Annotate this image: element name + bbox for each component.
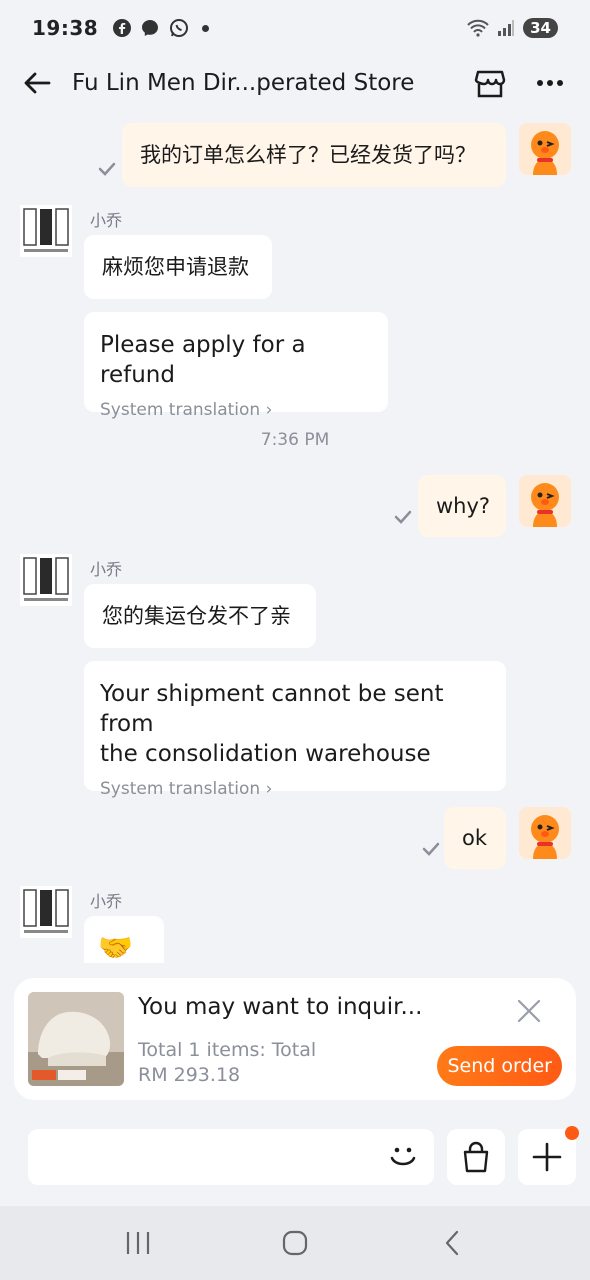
my-message-bubble[interactable]: ok xyxy=(444,807,506,869)
wifi-icon xyxy=(467,19,489,37)
store-button[interactable] xyxy=(470,63,510,103)
shop-message-bubble[interactable]: 麻烦您申请退款 xyxy=(84,235,272,299)
signal-icon xyxy=(498,20,515,36)
system-icons: 34 xyxy=(467,18,558,38)
recents-icon xyxy=(127,1232,150,1254)
handshake-emoji: 🤝 xyxy=(98,931,133,963)
sender-name: 小乔 xyxy=(90,892,123,911)
shopping-bag-button[interactable] xyxy=(447,1129,505,1185)
message-input[interactable] xyxy=(28,1129,434,1185)
status-time: 19:38 xyxy=(32,16,99,40)
order-summary: Total 1 items: Total RM 293.18 xyxy=(138,1038,316,1088)
back-nav-icon xyxy=(445,1230,458,1256)
home-button[interactable] xyxy=(271,1219,319,1267)
shop-message-bubble[interactable]: 您的集运仓发不了亲 xyxy=(84,584,316,648)
messenger-icon xyxy=(142,20,159,36)
sofa-image-icon xyxy=(28,992,124,1086)
bag-icon xyxy=(463,1141,489,1173)
order-price: RM 293.18 xyxy=(138,1064,241,1086)
read-check-icon xyxy=(98,162,116,176)
shop-avatar[interactable] xyxy=(20,554,72,606)
shop-avatar[interactable] xyxy=(20,886,72,938)
notification-icons xyxy=(112,17,210,39)
message-text: ok xyxy=(462,826,488,850)
chat-messages[interactable]: 我的订单怎么样了？已经发货了吗？ 小乔 麻烦您申请退款 Please apply… xyxy=(0,110,590,963)
translated-text: Please apply for a refund xyxy=(100,332,306,388)
my-avatar[interactable] xyxy=(519,123,571,175)
system-nav-bar xyxy=(0,1206,590,1280)
mascot-avatar-icon xyxy=(519,475,571,527)
message-text: why? xyxy=(436,494,491,518)
smiley-icon[interactable] xyxy=(386,1139,420,1173)
more-notifications-dot xyxy=(202,24,210,32)
order-suggestion-card[interactable]: You may want to inquir... Total 1 items:… xyxy=(14,978,576,1100)
sender-name: 小乔 xyxy=(90,211,123,230)
read-check-icon xyxy=(394,510,412,524)
translated-text-line2: the consolidation warehouse xyxy=(100,741,431,767)
more-icon xyxy=(537,80,563,86)
message-text: 您的集运仓发不了亲 xyxy=(102,604,291,628)
sender-name: 小乔 xyxy=(90,560,123,579)
message-text: 我的订单怎么样了？已经发货了吗？ xyxy=(140,143,476,167)
back-arrow-icon xyxy=(24,72,51,94)
mascot-avatar-icon xyxy=(519,123,571,175)
facebook-icon xyxy=(113,19,132,37)
shop-message-bubble[interactable]: 🤝 xyxy=(84,916,164,963)
my-avatar[interactable] xyxy=(519,475,571,527)
my-message-bubble[interactable]: 我的订单怎么样了？已经发货了吗？ xyxy=(122,123,506,187)
whatsapp-icon xyxy=(170,19,189,37)
shop-logo-icon xyxy=(20,205,72,257)
read-check-icon xyxy=(422,842,440,856)
more-actions-button[interactable] xyxy=(518,1126,579,1185)
my-avatar[interactable] xyxy=(519,807,571,859)
my-message-bubble[interactable]: why? xyxy=(418,475,506,537)
home-icon xyxy=(282,1230,308,1256)
shop-avatar[interactable] xyxy=(20,205,72,257)
back-nav-button[interactable] xyxy=(428,1219,476,1267)
system-translation-link[interactable]: System translation › xyxy=(100,777,490,801)
notification-dot xyxy=(565,1126,579,1140)
store-icon xyxy=(474,70,506,98)
store-title: Fu Lin Men Dir...perated Store xyxy=(72,70,415,96)
close-icon[interactable] xyxy=(516,998,542,1024)
product-thumbnail[interactable] xyxy=(28,992,124,1086)
shop-logo-icon xyxy=(20,886,72,938)
status-bar: 19:38 34 xyxy=(0,0,590,56)
mascot-avatar-icon xyxy=(519,807,571,859)
send-order-button[interactable]: Send order xyxy=(437,1046,562,1086)
recents-button[interactable] xyxy=(114,1219,162,1267)
translation-bubble[interactable]: Please apply for a refund System transla… xyxy=(84,312,388,420)
battery-indicator: 34 xyxy=(523,18,558,38)
message-text: 麻烦您申请退款 xyxy=(102,255,249,279)
translation-bubble[interactable]: Your shipment cannot be sent from the co… xyxy=(84,661,506,799)
shop-logo-icon xyxy=(20,554,72,606)
plus-icon xyxy=(532,1142,562,1172)
back-button[interactable] xyxy=(20,66,54,100)
order-items-total: Total 1 items: Total xyxy=(138,1039,317,1061)
more-options-button[interactable] xyxy=(530,63,570,103)
system-translation-link[interactable]: System translation › xyxy=(100,398,372,422)
message-timestamp: 7:36 PM xyxy=(260,430,330,450)
translated-text-line1: Your shipment cannot be sent from xyxy=(100,681,444,737)
card-title: You may want to inquir... xyxy=(138,994,423,1020)
chat-header: Fu Lin Men Dir...perated Store xyxy=(0,56,590,110)
